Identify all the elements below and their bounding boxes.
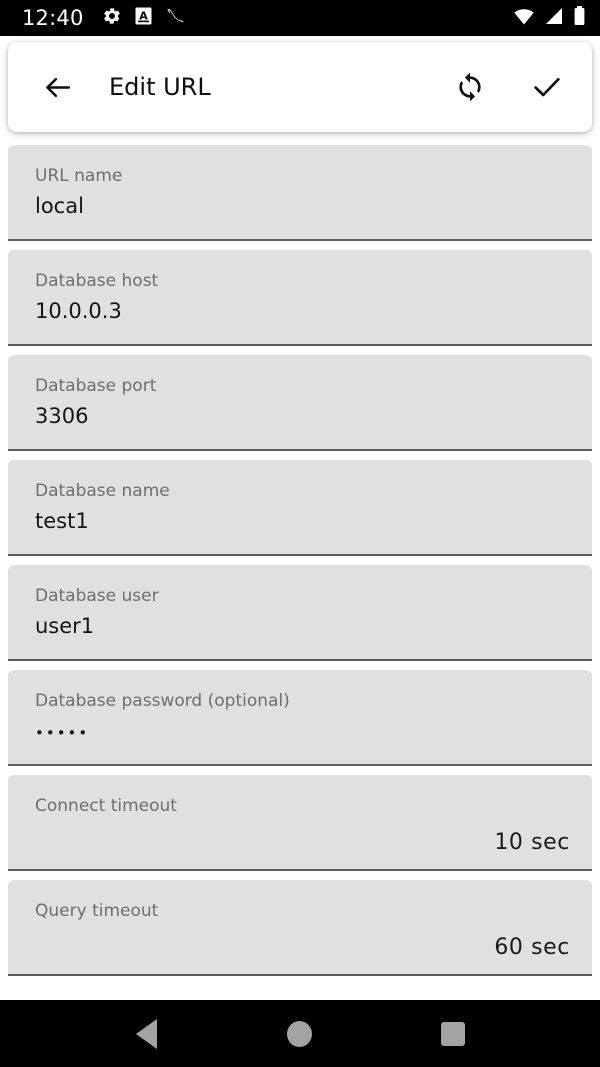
square-recents-icon [441, 1021, 466, 1046]
field-label: Database password (optional) [35, 691, 290, 711]
status-bar-notification-icons: A [102, 6, 186, 30]
letter-a-badge-icon: A [135, 7, 152, 29]
back-button[interactable] [38, 67, 78, 107]
password-mask: ••••• [35, 723, 90, 742]
field-database-name[interactable]: Database name test1 [8, 460, 592, 556]
triangle-back-icon [136, 1018, 158, 1049]
field-label: Query timeout [35, 901, 159, 921]
field-query-timeout[interactable]: Query timeout 60 sec [8, 880, 592, 976]
status-bar-system-icons [513, 6, 586, 30]
dolphin-icon [165, 6, 186, 30]
field-label: Database user [35, 586, 159, 606]
field-database-password[interactable]: Database password (optional) ••••• [8, 670, 592, 766]
field-database-host[interactable]: Database host 10.0.0.3 [8, 250, 592, 346]
phone-screen: 12:40 A Edit URL URL name local Database… [0, 0, 600, 1067]
nav-home-button[interactable] [272, 1006, 328, 1062]
circle-home-icon [287, 1020, 313, 1047]
database-name-input[interactable]: test1 [35, 508, 572, 534]
database-port-input[interactable]: 3306 [35, 403, 572, 429]
field-database-port[interactable]: Database port 3306 [8, 355, 592, 451]
status-bar: 12:40 A [0, 0, 600, 36]
field-connect-timeout[interactable]: Connect timeout 10 sec [8, 775, 592, 871]
database-user-input[interactable]: user1 [35, 613, 572, 639]
connect-timeout-input[interactable]: 10 sec [35, 829, 572, 857]
field-label: Database host [35, 271, 159, 291]
cellular-signal-icon [544, 7, 564, 29]
sync-button[interactable] [447, 64, 493, 110]
url-settings-form: URL name local Database host 10.0.0.3 Da… [0, 145, 600, 1000]
url-name-input[interactable]: local [35, 193, 572, 219]
field-label: URL name [35, 166, 123, 186]
nav-back-button[interactable] [119, 1006, 175, 1062]
app-toolbar: Edit URL [8, 42, 592, 132]
nav-recents-button[interactable] [425, 1006, 481, 1062]
query-timeout-input[interactable]: 60 sec [35, 934, 572, 962]
android-navigation-bar [0, 1000, 600, 1067]
database-password-input[interactable]: ••••• [35, 718, 572, 744]
field-label: Database name [35, 481, 170, 501]
field-label: Database port [35, 376, 157, 396]
database-host-input[interactable]: 10.0.0.3 [35, 298, 572, 324]
save-button[interactable] [524, 64, 570, 110]
field-database-user[interactable]: Database user user1 [8, 565, 592, 661]
page-title: Edit URL [109, 73, 211, 101]
wifi-icon [513, 7, 535, 29]
status-bar-clock: 12:40 [22, 5, 84, 30]
gear-icon [102, 6, 122, 30]
field-label: Connect timeout [35, 796, 177, 816]
field-url-name[interactable]: URL name local [8, 145, 592, 241]
battery-icon [573, 6, 586, 30]
